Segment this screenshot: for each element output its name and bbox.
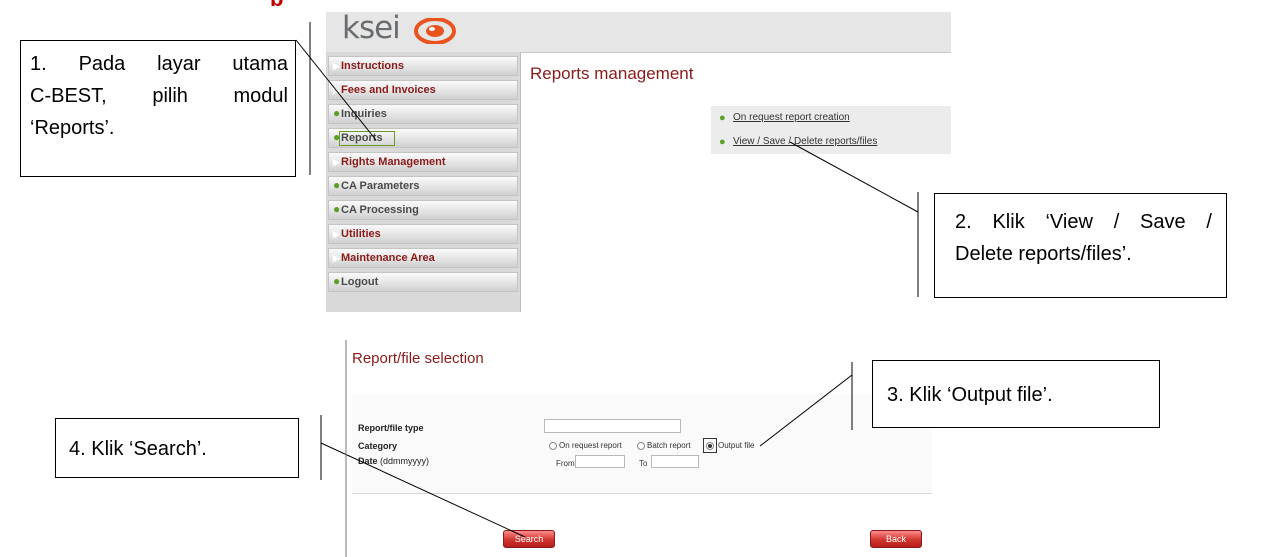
callout-step-3: 3. Klik ‘Output file’. <box>872 360 1160 428</box>
callout-step-1: 1. Pada layar utama C-BEST, pilih modul … <box>20 40 296 177</box>
callout-step-2: 2. Klik ‘View / Save / Delete reports/fi… <box>934 193 1227 298</box>
callout-step-4: 4. Klik ‘Search’. <box>55 418 299 478</box>
